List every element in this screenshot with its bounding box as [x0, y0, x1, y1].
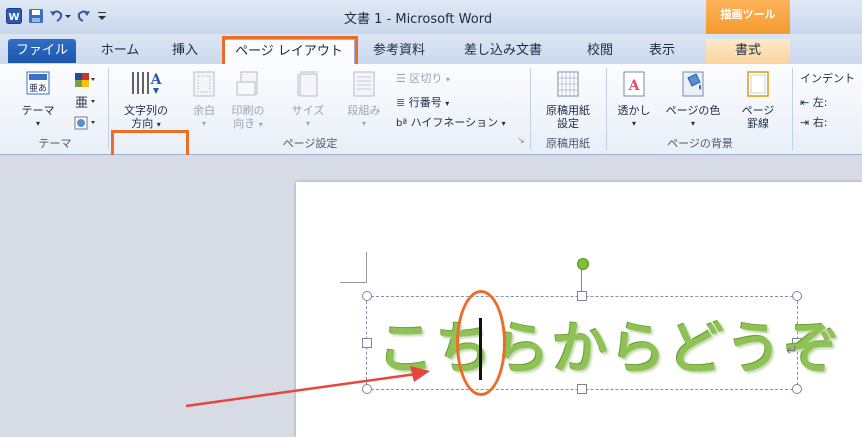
svg-text:亜: 亜	[75, 96, 88, 110]
hyphenation-button[interactable]: bª ハイフネーション ▾	[396, 116, 526, 130]
orientation-icon	[236, 71, 258, 96]
svg-text:W: W	[8, 12, 19, 23]
tab-references[interactable]: 参考資料	[364, 39, 434, 63]
indent-right-icon: ⇥	[800, 116, 810, 129]
manuscript-label-2: 設定	[557, 117, 579, 130]
theme-group-label: テーマ	[38, 137, 72, 150]
themes-button[interactable]: 亜あ テーマ ▾	[14, 70, 62, 130]
themes-icon: 亜あ	[26, 71, 50, 95]
customize-qat-icon[interactable]	[96, 8, 108, 24]
indent-right-label: 右:	[812, 116, 828, 129]
theme-fonts-icon: 亜	[75, 96, 95, 111]
margins-icon	[193, 71, 215, 97]
page-setup-launcher-icon[interactable]: ↘	[516, 135, 526, 148]
manuscript-icon	[557, 71, 579, 97]
theme-colors-button[interactable]	[70, 72, 100, 91]
manuscript-settings-button[interactable]: 原稿用紙 設定	[536, 70, 600, 130]
window-title: 文書 1 - Microsoft Word	[344, 12, 493, 27]
indent-heading: インデント	[800, 72, 855, 85]
redo-icon[interactable]	[76, 8, 92, 24]
hyphenation-icon: bª	[396, 118, 408, 129]
tab-file[interactable]: ファイル	[8, 39, 76, 63]
save-icon[interactable]	[28, 8, 44, 24]
line-numbers-button[interactable]: ≣ 行番号 ▾	[396, 96, 486, 110]
page-borders-button[interactable]: ページ 罫線	[736, 70, 780, 130]
theme-effects-button[interactable]	[70, 116, 100, 133]
watermark-icon: A	[623, 71, 645, 97]
size-label: サイズ	[291, 104, 325, 117]
tab-review[interactable]: 校閲	[580, 39, 620, 63]
margin-corner-mark	[340, 252, 367, 283]
resize-handle-top-left[interactable]	[362, 291, 372, 301]
title-bar: W 文書 1 - Microsoft Word 描画ツール	[0, 0, 862, 35]
rotation-handle[interactable]	[577, 258, 589, 270]
theme-fonts-button[interactable]: 亜	[70, 94, 100, 113]
orientation-button[interactable]: 印刷の 向き ▾	[228, 70, 268, 131]
line-numbers-icon: ≣	[396, 96, 406, 109]
page-borders-label-1: ページ	[741, 104, 775, 117]
ribbon-tabs: ファイル ホーム 挿入 ページ レイアウト 参考資料 差し込み文書 校閲 表示 …	[0, 34, 862, 65]
tab-insert[interactable]: 挿入	[160, 39, 210, 63]
columns-button[interactable]: 段組み ▾	[342, 70, 386, 130]
undo-icon[interactable]	[48, 8, 64, 24]
undo-dropdown-icon[interactable]	[64, 8, 72, 24]
cursor-highlight-ring	[456, 290, 506, 396]
svg-text:A: A	[628, 78, 641, 94]
svg-text:A: A	[150, 72, 163, 88]
manuscript-label-1: 原稿用紙	[546, 104, 590, 117]
resize-handle-bottom[interactable]	[577, 384, 587, 394]
word-app-icon[interactable]: W	[6, 8, 22, 24]
paragraph-mark-icon: ↵	[786, 343, 798, 359]
indent-left[interactable]: ⇤ 左:	[800, 96, 862, 109]
annotation-arrow-icon	[185, 366, 430, 408]
page-background-group-label: ページの背景	[667, 137, 733, 150]
resize-handle-bottom-right[interactable]	[792, 384, 802, 394]
resize-handle-left[interactable]	[362, 338, 372, 348]
indent-left-label: 左:	[812, 96, 828, 109]
themes-label: テーマ	[21, 104, 55, 117]
size-icon	[297, 71, 318, 97]
margins-button[interactable]: 余白 ▾	[186, 70, 222, 130]
text-direction-button[interactable]: A 文字列の 方向 ▾	[114, 70, 178, 131]
svg-text:亜あ: 亜あ	[29, 83, 47, 94]
breaks-icon: ☰	[396, 72, 406, 85]
breaks-label: 区切り	[409, 72, 443, 85]
tab-mailings[interactable]: 差し込み文書	[448, 39, 558, 63]
indent-left-icon: ⇤	[800, 96, 810, 109]
text-direction-label-1: 文字列の	[124, 104, 168, 117]
page-color-icon	[682, 71, 704, 97]
page-setup-group-label: ページ設定	[282, 137, 338, 150]
watermark-button[interactable]: A 透かし ▾	[614, 70, 654, 130]
resize-handle-top-right[interactable]	[792, 291, 802, 301]
tab-view[interactable]: 表示	[640, 39, 684, 63]
watermark-label: 透かし	[617, 104, 651, 117]
manuscript-group-label: 原稿用紙	[546, 137, 590, 150]
margins-label: 余白	[193, 104, 215, 117]
orientation-label-2: 向き	[233, 117, 256, 130]
page-borders-label-2: 罫線	[747, 117, 769, 130]
resize-handle-top[interactable]	[577, 291, 587, 301]
hyphenation-label: ハイフネーション	[410, 116, 499, 129]
indent-right[interactable]: ⇥ 右:	[800, 116, 862, 129]
page-color-label: ページの色	[665, 104, 721, 117]
line-numbers-label: 行番号	[408, 96, 442, 109]
tab-page-layout[interactable]: ページ レイアウト	[223, 39, 355, 64]
text-direction-label-2: 方向	[131, 117, 154, 130]
theme-colors-icon	[75, 73, 95, 87]
columns-icon	[353, 71, 375, 97]
page-color-button[interactable]: ページの色 ▾	[660, 70, 726, 130]
theme-effects-icon	[74, 116, 95, 130]
tab-format[interactable]: 書式	[706, 39, 790, 63]
columns-label: 段組み	[347, 104, 381, 117]
drawing-tools-context-label: 描画ツール	[706, 0, 790, 34]
size-button[interactable]: サイズ ▾	[288, 70, 328, 130]
page-borders-icon	[747, 71, 769, 97]
tab-home[interactable]: ホーム	[90, 39, 150, 63]
breaks-button[interactable]: ☰ 区切り ▾	[396, 72, 486, 86]
ribbon: 亜あ テーマ ▾ 亜 テーマ A 文字列の 方向 ▾ 余白 ▾ 印刷の 向き ▾…	[0, 64, 862, 224]
text-direction-icon: A	[132, 72, 163, 94]
orientation-label-1: 印刷の	[231, 104, 265, 117]
